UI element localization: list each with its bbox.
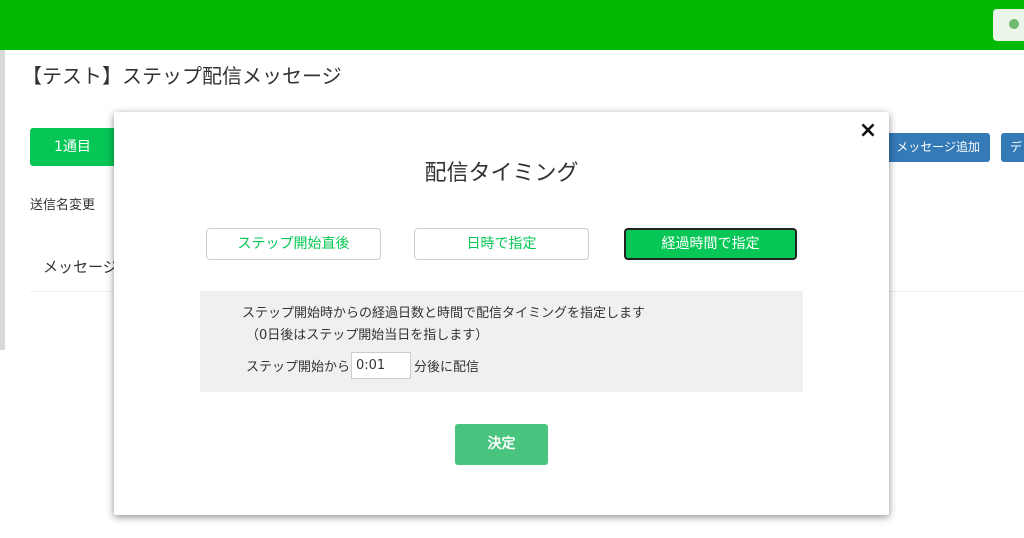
next-action-button[interactable]: デ xyxy=(1001,133,1024,162)
left-sidebar-edge xyxy=(0,50,5,350)
delay-time-input[interactable] xyxy=(351,352,411,379)
option-specify-elapsed-time[interactable]: 経過時間で指定 xyxy=(624,228,797,260)
sender-name-change-link[interactable]: 送信名変更 xyxy=(30,194,95,213)
timing-settings-panel: ステップ開始時からの経過日数と時間で配信タイミングを指定します （0日後はステッ… xyxy=(200,291,803,392)
add-message-button[interactable]: メッセージ追加 xyxy=(878,133,990,162)
page-title: 【テスト】ステップ配信メッセージ xyxy=(22,64,342,88)
account-button[interactable] xyxy=(993,9,1024,41)
delay-prefix-label: ステップ開始から xyxy=(246,360,351,375)
submit-button[interactable]: 決定 xyxy=(455,424,548,465)
delay-suffix-label: 分後に配信 xyxy=(414,360,480,375)
modal-title: 配信タイミング xyxy=(424,161,579,186)
account-icon xyxy=(1009,19,1019,29)
top-header-bar xyxy=(0,0,1024,50)
option-specify-datetime[interactable]: 日時で指定 xyxy=(414,228,589,260)
message-label: メッセージ xyxy=(43,258,118,276)
description-text: ステップ開始時からの経過日数と時間で配信タイミングを指定します xyxy=(242,306,646,321)
delivery-timing-modal: × 配信タイミング ステップ開始直後 日時で指定 経過時間で指定 ステップ開始時… xyxy=(114,112,889,515)
description-note: （0日後はステップ開始当日を指します） xyxy=(246,328,489,343)
option-step-start-immediately[interactable]: ステップ開始直後 xyxy=(206,228,381,260)
tab-message-1[interactable]: 1通目 xyxy=(30,128,118,166)
close-icon[interactable]: × xyxy=(856,118,880,143)
